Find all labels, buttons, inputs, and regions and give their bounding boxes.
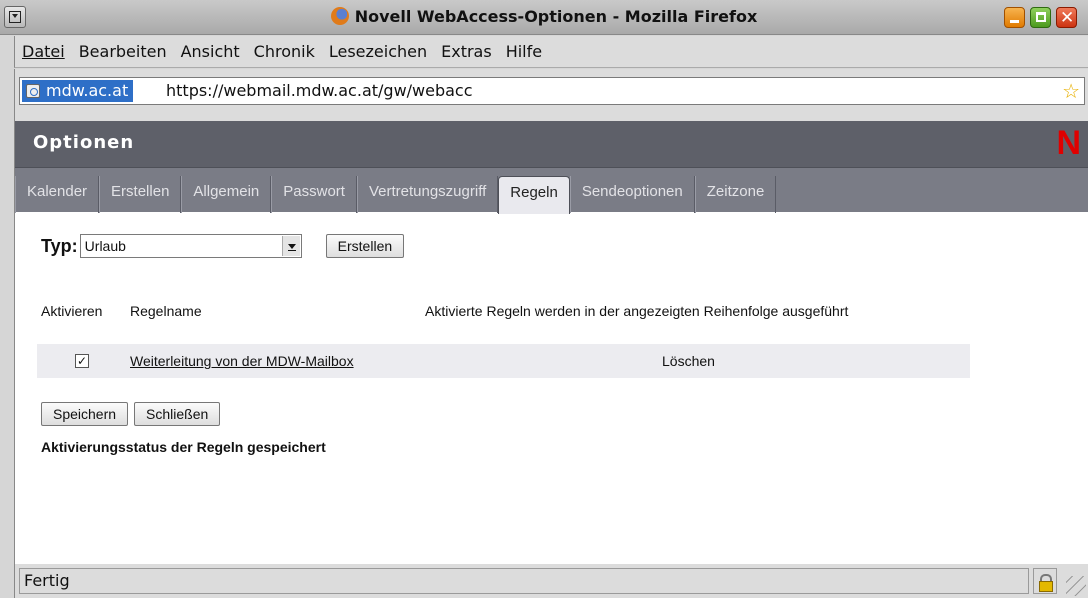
minimize-button[interactable]	[1004, 7, 1025, 28]
menu-lesezeichen[interactable]: Lesezeichen	[322, 42, 434, 61]
rule-activate-checkbox[interactable]: ✓	[75, 354, 89, 368]
menu-chronik-label: Chronik	[253, 42, 315, 61]
close-dialog-button[interactable]: Schließen	[134, 402, 221, 426]
page-content: Optionen N Kalender Erstellen Allgemein …	[14, 121, 1088, 564]
menu-hilfe-label: Hilfe	[505, 42, 543, 61]
tab-zeitzone[interactable]: Zeitzone	[694, 176, 777, 213]
site-identity-button[interactable]: mdw.ac.at	[22, 80, 134, 102]
minimize-icon	[1010, 20, 1019, 23]
rule-type-value: Urlaub	[84, 238, 126, 254]
tab-erstellen[interactable]: Erstellen	[99, 176, 182, 213]
save-button[interactable]: Speichern	[41, 402, 129, 426]
rule-type-select[interactable]: Urlaub	[79, 234, 302, 258]
navigation-toolbar: mdw.ac.at https://webmail.mdw.ac.at/gw/w…	[14, 69, 1088, 121]
rule-name-link[interactable]: Weiterleitung von der MDW-Mailbox	[130, 353, 354, 369]
menu-datei-label: Datei	[22, 42, 65, 61]
page-title: Optionen	[33, 132, 135, 153]
window-title-container: Novell WebAccess-Optionen - Mozilla Fire…	[0, 7, 1088, 26]
options-tab-bar: Kalender Erstellen Allgemein Passwort Ve…	[15, 167, 1088, 214]
url-text[interactable]: https://webmail.mdw.ac.at/gw/webacc	[166, 80, 473, 102]
menu-bearbeiten-label: Bearbeiten	[78, 42, 167, 61]
close-icon: ✕	[1060, 8, 1075, 28]
column-rule-name: Regelname	[130, 303, 202, 319]
bookmark-star-icon[interactable]: ☆	[1062, 79, 1080, 103]
tab-allgemein[interactable]: Allgemein	[181, 176, 272, 213]
resize-grip-icon[interactable]	[1066, 576, 1086, 596]
menu-chronik[interactable]: Chronik	[247, 42, 322, 61]
menu-extras-label: Extras	[441, 42, 492, 61]
table-row: ✓ Weiterleitung von der MDW-Mailbox Lösc…	[37, 344, 970, 378]
status-bar: Fertig	[14, 564, 1088, 598]
rule-delete-link[interactable]: Löschen	[662, 353, 715, 369]
menu-bar: Datei Bearbeiten Ansicht Chronik Lesezei…	[14, 36, 1088, 68]
menu-lesezeichen-label: Lesezeichen	[328, 42, 428, 61]
action-buttons: Speichern Schließen	[41, 402, 221, 426]
column-activate: Aktivieren	[41, 303, 103, 319]
type-label: Typ:	[41, 235, 78, 256]
window-titlebar: Novell WebAccess-Optionen - Mozilla Fire…	[0, 0, 1088, 35]
tab-passwort[interactable]: Passwort	[271, 176, 357, 213]
rule-type-row: Typ: Urlaub Erstellen	[41, 233, 405, 259]
menu-bearbeiten[interactable]: Bearbeiten	[72, 42, 174, 61]
menu-ansicht[interactable]: Ansicht	[174, 42, 247, 61]
status-text: Fertig	[19, 568, 1029, 594]
tab-vertretungszugriff[interactable]: Vertretungszugriff	[356, 176, 499, 213]
tabs-container: Kalender Erstellen Allgemein Passwort Ve…	[15, 176, 777, 214]
tab-kalender[interactable]: Kalender	[15, 176, 100, 213]
menu-datei[interactable]: Datei	[15, 42, 72, 61]
create-rule-button[interactable]: Erstellen	[325, 234, 405, 258]
lock-icon[interactable]	[1033, 568, 1057, 594]
rules-table-header: Aktivieren Regelname Aktivierte Regeln w…	[41, 303, 1001, 323]
status-message: Aktivierungsstatus der Regeln gespeicher…	[41, 439, 326, 455]
maximize-button[interactable]	[1030, 7, 1051, 28]
menu-hilfe[interactable]: Hilfe	[499, 42, 549, 61]
novell-logo: N	[1056, 124, 1081, 162]
url-bar[interactable]: mdw.ac.at https://webmail.mdw.ac.at/gw/w…	[19, 77, 1085, 105]
tab-sendeoptionen[interactable]: Sendeoptionen	[569, 176, 695, 213]
close-button[interactable]: ✕	[1056, 7, 1077, 28]
menu-ansicht-label: Ansicht	[180, 42, 240, 61]
firefox-logo-icon	[330, 7, 349, 25]
menu-extras[interactable]: Extras	[434, 42, 499, 61]
tab-regeln[interactable]: Regeln	[498, 176, 570, 214]
options-header: Optionen N	[15, 121, 1088, 167]
site-identity-icon	[26, 84, 40, 98]
window-title: Novell WebAccess-Optionen - Mozilla Fire…	[354, 7, 758, 26]
column-order-note: Aktivierte Regeln werden in der angezeig…	[425, 303, 849, 319]
site-identity-label: mdw.ac.at	[46, 81, 129, 100]
dropdown-arrow-icon[interactable]	[281, 236, 300, 256]
maximize-icon	[1036, 12, 1046, 22]
